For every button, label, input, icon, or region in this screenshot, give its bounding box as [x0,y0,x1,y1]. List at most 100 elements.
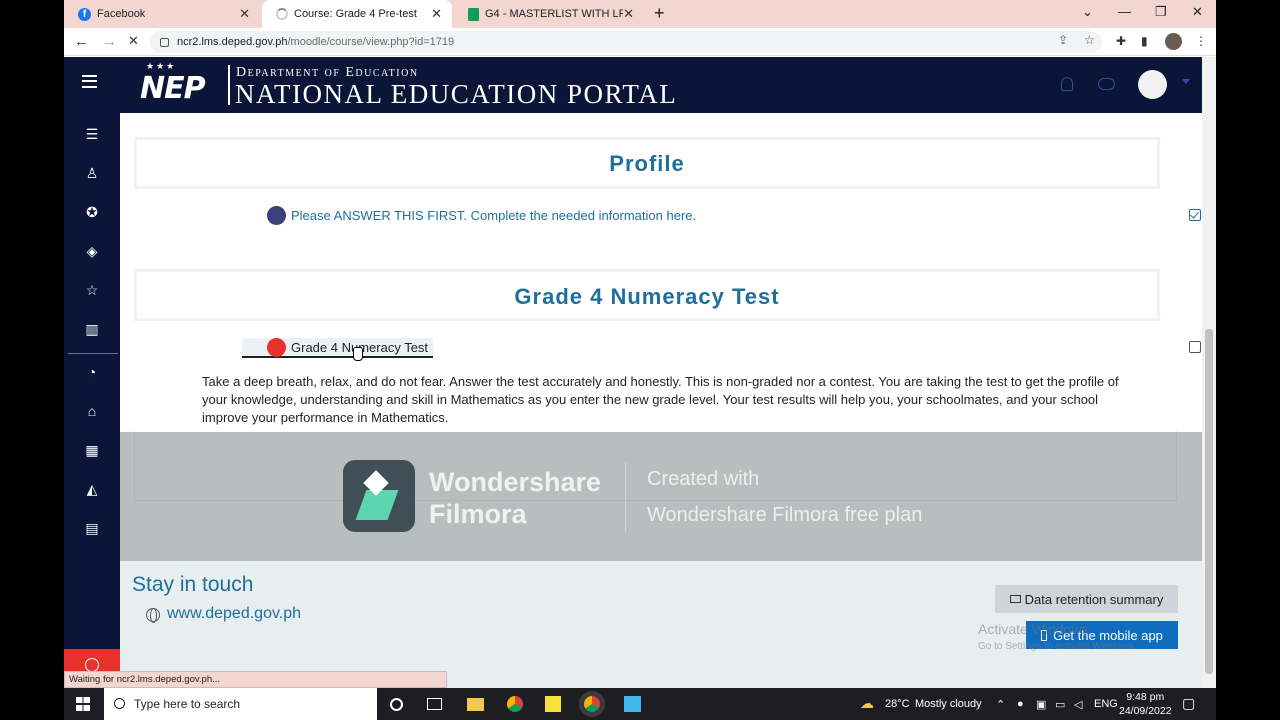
home-icon[interactable]: ⌂ [84,403,100,419]
filmora-logo-icon [343,460,415,532]
star-icon[interactable]: ☆ [84,282,100,298]
stop-loading-icon[interactable]: ✕ [128,33,139,49]
chrome-icon[interactable] [507,696,523,712]
restore-icon[interactable]: ❐ [1155,4,1167,20]
section-numeracy-header: Grade 4 Numeracy Test [134,269,1160,321]
data-retention-label: Data retention summary [1024,591,1164,607]
watermark-brand: Wondershare Filmora [429,466,601,530]
microphone-icon[interactable]: ● [1017,698,1024,710]
new-tab-button[interactable]: + [654,3,665,24]
close-icon[interactable]: ✕ [623,6,634,22]
tab-strip: f Facebook ✕ Course: Grade 4 Pre-test ✕ … [64,0,1216,28]
activate-windows-title: Activate Windows [978,621,1089,637]
book-icon[interactable]: ▥ [84,321,100,337]
watermark-plan: Wondershare Filmora free plan [647,504,923,526]
logo-divider [228,65,230,105]
minimize-icon[interactable]: — [1118,4,1131,19]
weather-icon[interactable]: ☁ [860,695,874,712]
url-path: /moodle/course/view.php?id=1719 [287,36,455,48]
windows-start-icon[interactable] [76,697,90,711]
profile-avatar-icon[interactable] [1165,33,1182,50]
show-hidden-icons-icon[interactable]: ⌃ [996,698,1005,711]
participants-icon[interactable]: ♙ [84,165,100,181]
chevron-down-icon[interactable] [1182,79,1190,84]
graduation-cap-icon[interactable]: ◭ [84,481,100,497]
extensions-icon[interactable]: ✚ [1116,34,1126,48]
taskbar-search-box[interactable]: Type here to search [104,688,377,720]
brand-line: Filmora [429,499,527,529]
globe-icon [146,608,160,623]
competencies-layers-icon[interactable]: ◈ [84,243,100,259]
profile-activity-link[interactable]: Please ANSWER THIS FIRST. Complete the n… [291,208,696,223]
window-close-icon[interactable]: ✕ [1192,4,1203,20]
cortana-icon[interactable] [390,698,403,711]
badges-icon[interactable]: ✪ [84,204,100,220]
weather-desc[interactable]: Mostly cloudy [915,698,982,710]
completion-checkbox[interactable] [1189,341,1201,353]
menu-dots-icon[interactable]: ⋮ [1195,34,1207,48]
loading-spinner-icon [276,8,288,20]
portal-name: NATIONAL EDUCATION PORTAL [235,79,678,109]
tab-masterlist[interactable]: G4 - MASTERLIST WITH LRN.xlsx ✕ [454,0,644,28]
watermark-created-with: Created with [647,468,760,490]
language-indicator[interactable]: ENG [1094,698,1118,710]
url-host: ncr2.lms.deped.gov.ph [177,36,288,48]
activity-description: Take a deep breath, relax, and do not fe… [202,374,1119,425]
deped-website-link[interactable]: www.deped.gov.ph [167,605,301,623]
left-letterbox [0,0,64,720]
search-placeholder: Type here to search [134,697,241,711]
meet-now-icon[interactable]: ▣ [1036,698,1046,711]
drawer-divider [68,353,118,354]
browser-status-bar: Waiting for ncr2.lms.deped.gov.ph... [64,671,447,688]
right-letterbox [1216,0,1280,720]
files-icon[interactable]: ▤ [84,520,100,536]
chrome-active-icon[interactable] [584,696,600,712]
page-footer: Stay in touch www.deped.gov.ph Data rete… [120,561,1202,688]
tab-title: Course: Grade 4 Pre-test [294,8,417,20]
bookmark-star-icon[interactable]: ☆ [1084,33,1095,47]
file-explorer-icon[interactable] [467,698,484,711]
page-scrollbar[interactable] [1202,57,1216,688]
tab-facebook[interactable]: f Facebook ✕ [64,0,260,28]
tab-search-icon[interactable]: ⌄ [1082,4,1093,20]
facebook-icon: f [78,7,91,21]
search-icon [114,698,125,709]
windows-taskbar: Type here to search ☁ 28°C Mostly cloudy… [64,688,1216,720]
stay-in-touch-heading: Stay in touch [132,573,254,596]
nav-drawer: ☰ ♙ ✪ ◈ ☆ ▥ ◔ ⌂ ▦ ◭ ▤ [64,113,120,688]
section-profile-header: Profile [134,137,1160,189]
notification-center-icon[interactable]: ▢ [1182,695,1195,712]
system-clock[interactable]: 9:48 pm 24/09/2022 [1119,690,1172,718]
calendar-icon[interactable]: ▦ [84,442,100,458]
close-icon[interactable]: ✕ [239,6,250,22]
tab-course[interactable]: Course: Grade 4 Pre-test ✕ [262,0,452,28]
section-title: Profile [609,151,685,176]
notification-bell-icon[interactable] [1061,77,1073,91]
completion-checkbox[interactable] [1189,209,1201,221]
volume-icon[interactable]: ◁ [1074,698,1082,711]
close-icon[interactable]: ✕ [431,6,442,22]
weather-temp[interactable]: 28°C [885,698,910,710]
data-retention-button[interactable]: Data retention summary [995,585,1178,613]
dashboard-icon[interactable]: ◔ [84,364,100,380]
forward-icon[interactable]: → [102,33,117,50]
nep-logo[interactable]: NEP [140,71,206,106]
brand-line: Wondershare [429,467,602,497]
address-bar[interactable]: ncr2.lms.deped.gov.ph /moodle/course/vie… [150,31,1102,53]
hamburger-menu-icon[interactable] [82,75,97,88]
site-header: ★★★ NEP Department of Education NATIONAL… [64,57,1202,113]
lock-icon [160,37,169,47]
feedback-activity-icon [267,206,286,225]
messages-icon[interactable] [1098,78,1115,90]
list-icon[interactable]: ☰ [84,126,100,142]
network-icon[interactable]: ▭ [1055,698,1065,711]
filmora-app-icon[interactable] [624,696,641,712]
back-icon[interactable]: ← [74,33,89,50]
task-view-icon[interactable] [427,698,442,710]
scroll-thumb[interactable] [1205,329,1213,674]
activate-windows-subtitle: Go to Settings to activate Windows. [978,641,1136,652]
share-icon[interactable]: ⇪ [1058,33,1068,47]
user-avatar[interactable] [1138,70,1167,99]
sticky-notes-icon[interactable] [545,696,561,712]
side-panel-icon[interactable]: ▮ [1141,34,1148,48]
